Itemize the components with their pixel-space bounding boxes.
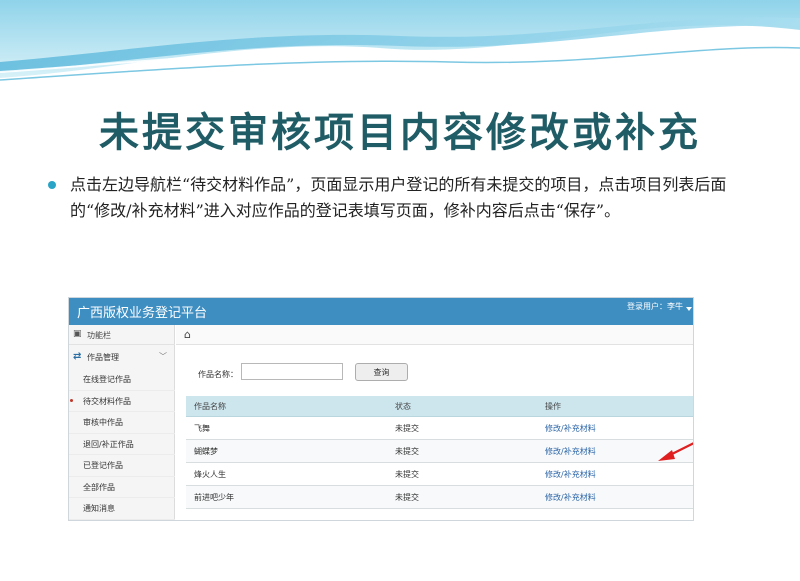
bullet-text: 点击左边导航栏“待交材料作品”，页面显示用户登记的所有未提交的项目，点击项目列表… xyxy=(70,175,727,220)
swap-arrows-icon: ⇄ xyxy=(73,351,82,362)
sidebar-item-registered[interactable]: 已登记作品 xyxy=(69,455,175,477)
sidebar-items: 在线登记作品 待交材料作品 审核中作品 退回/补正作品 已登记作品 全部作品 通… xyxy=(69,369,175,520)
embedded-app-screenshot: 广西版权业务登记平台 登录用户：李牛 ▣ 功能栏 ⇄ 作品管理 ﹀ 在线登记作品… xyxy=(68,297,694,521)
table-row: 前进吧少年 未提交 修改/补充材料 xyxy=(186,486,693,509)
column-header-status: 状态 xyxy=(395,402,411,411)
table-row: 飞舞 未提交 修改/补充材料 xyxy=(186,417,693,440)
caret-down-icon[interactable] xyxy=(686,307,692,311)
sidebar: ▣ 功能栏 ⇄ 作品管理 ﹀ 在线登记作品 待交材料作品 审核中作品 退回/补正… xyxy=(69,325,175,520)
works-table: 作品名称 状态 操作 飞舞 未提交 修改/补充材料 蝴蝶梦 未提交 修改/补充材… xyxy=(186,396,693,509)
edit-materials-link[interactable]: 修改/补充材料 xyxy=(537,486,693,508)
table-row: 蝴蝶梦 未提交 修改/补充材料 xyxy=(186,440,693,463)
sidebar-group-label: 作品管理 xyxy=(87,353,119,362)
edit-materials-link[interactable]: 修改/补充材料 xyxy=(537,463,693,485)
cell-status: 未提交 xyxy=(395,493,419,502)
cell-name: 前进吧少年 xyxy=(194,493,234,502)
cell-name: 蝴蝶梦 xyxy=(194,447,218,456)
search-label: 作品名称： xyxy=(198,370,238,379)
annotation-arrow-icon xyxy=(658,442,693,461)
cell-status: 未提交 xyxy=(395,424,419,433)
sidebar-item-pending-materials[interactable]: 待交材料作品 xyxy=(69,391,175,412)
bullet-dot xyxy=(48,181,56,189)
table-header: 作品名称 状态 操作 xyxy=(186,396,693,417)
app-header: 广西版权业务登记平台 登录用户：李牛 xyxy=(69,298,693,325)
column-header-name: 作品名称 xyxy=(194,402,226,411)
slide-title: 未提交审核项目内容修改或补充 xyxy=(99,109,701,156)
sidebar-item-notifications[interactable]: 通知消息 xyxy=(69,498,175,520)
sidebar-item-all-works[interactable]: 全部作品 xyxy=(69,477,175,498)
sidebar-item-returned[interactable]: 退回/补正作品 xyxy=(69,434,175,455)
bullet-item: 点击左边导航栏“待交材料作品”，页面显示用户登记的所有未提交的项目，点击项目列表… xyxy=(48,172,760,224)
cell-status: 未提交 xyxy=(395,447,419,456)
cell-name: 飞舞 xyxy=(194,424,210,433)
user-menu[interactable]: 登录用户：李牛 xyxy=(627,301,683,312)
app-title: 广西版权业务登记平台 xyxy=(77,306,208,321)
table-row: 烽火人生 未提交 修改/补充材料 xyxy=(186,463,693,486)
decorative-wave-band xyxy=(0,0,800,81)
sidebar-item-online-register[interactable]: 在线登记作品 xyxy=(69,369,175,391)
briefcase-icon: ▣ xyxy=(73,329,82,339)
sidebar-header-label: 功能栏 xyxy=(87,331,111,340)
cell-name: 烽火人生 xyxy=(194,470,226,479)
breadcrumb: ⌂ xyxy=(176,325,693,345)
search-input[interactable] xyxy=(241,363,343,380)
sidebar-item-under-review[interactable]: 审核中作品 xyxy=(69,412,175,434)
query-button[interactable]: 查询 xyxy=(355,363,408,381)
sidebar-group-works[interactable]: ⇄ 作品管理 ﹀ xyxy=(69,346,175,368)
home-icon[interactable]: ⌂ xyxy=(184,328,191,341)
chevron-down-icon[interactable]: ﹀ xyxy=(159,351,167,362)
column-header-action: 操作 xyxy=(545,402,561,411)
sidebar-header: ▣ 功能栏 xyxy=(69,325,175,345)
cell-status: 未提交 xyxy=(395,470,419,479)
main-content: ⌂ 作品名称： 查询 作品名称 状态 操作 飞舞 未提交 修改/补充材料 蝴蝶梦… xyxy=(176,325,693,520)
